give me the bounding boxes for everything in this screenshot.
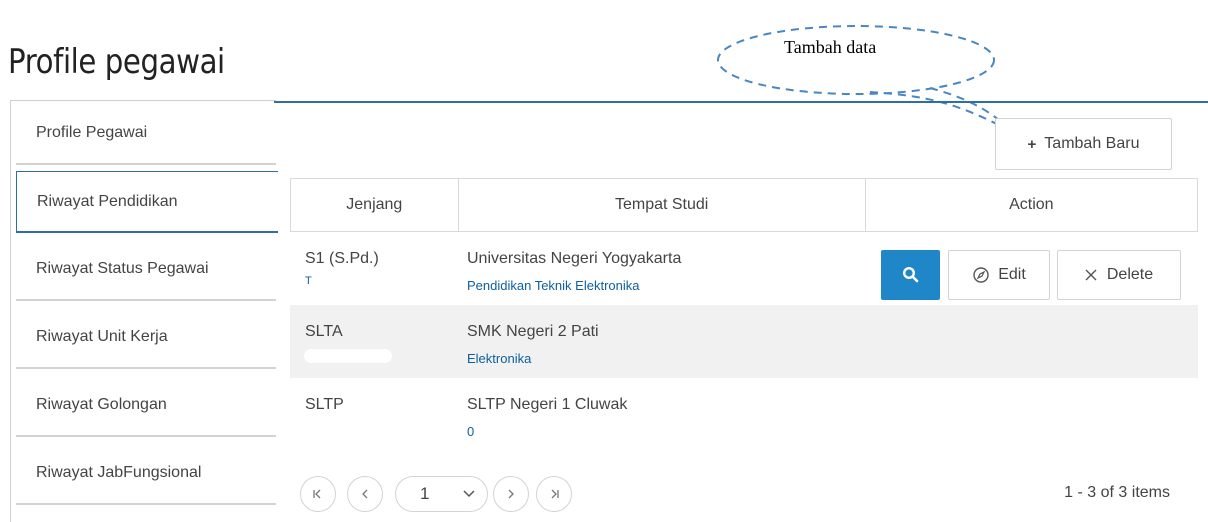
cell-jenjang: SLTP	[305, 396, 344, 413]
sidebar-item-label: Riwayat Golongan	[36, 396, 167, 413]
next-page-button[interactable]	[493, 476, 529, 512]
grid-header: Jenjang Tempat Studi Action	[290, 178, 1198, 232]
panel-border	[10, 100, 11, 522]
pager-info: 1 - 3 of 3 items	[1064, 484, 1170, 501]
close-icon	[1085, 269, 1097, 281]
compass-edit-icon	[973, 267, 989, 283]
add-new-label: Tambah Baru	[1044, 135, 1140, 152]
chevron-down-icon	[463, 490, 475, 498]
sidebar-item-label: Riwayat Pendidikan	[37, 192, 178, 210]
pager: 1 1 - 3 of 3 items	[290, 475, 1198, 517]
column-header-jenjang[interactable]: Jenjang	[291, 179, 458, 231]
callout-pointer	[869, 91, 1013, 133]
column-header-tempat-studi[interactable]: Tempat Studi	[457, 179, 865, 231]
sidebar-item-label: Riwayat Status Pegawai	[36, 260, 209, 277]
sidebar-item-riwayat-status-pegawai[interactable]: Riwayat Status Pegawai	[16, 239, 276, 301]
page-select[interactable]: 1	[395, 476, 488, 512]
sidebar-item-riwayat-jabfungsional[interactable]: Riwayat JabFungsional	[16, 443, 276, 505]
view-button[interactable]	[881, 250, 940, 300]
current-page: 1	[420, 484, 430, 503]
last-page-icon	[551, 489, 559, 499]
cell-prodi: Pendidikan Teknik Elektronika	[467, 278, 640, 293]
redacted-area	[304, 349, 392, 363]
sidebar-item-label: Profile Pegawai	[36, 124, 148, 141]
callout-label: Tambah data	[784, 37, 877, 57]
sidebar-item-label: Riwayat Unit Kerja	[36, 328, 168, 345]
last-page-button[interactable]	[536, 476, 572, 512]
plus-icon: +	[1027, 135, 1037, 153]
sidebar-item-riwayat-golongan[interactable]: Riwayat Golongan	[16, 375, 276, 437]
content-top-border	[274, 101, 1208, 103]
cell-prodi: 0	[467, 424, 475, 439]
delete-button[interactable]: Delete	[1057, 250, 1181, 300]
first-page-icon	[313, 489, 321, 499]
cell-tempat-studi: SMK Negeri 2 Pati	[467, 323, 599, 340]
sidebar-item-riwayat-unit-kerja[interactable]: Riwayat Unit Kerja	[16, 307, 276, 369]
add-new-button[interactable]: + Tambah Baru	[995, 118, 1172, 170]
delete-label: Delete	[1106, 266, 1154, 283]
cell-tempat-studi: SLTP Negeri 1 Cluwak	[467, 396, 628, 413]
cell-jenjang: S1 (S.Pd.)	[305, 250, 379, 267]
sidebar-item-label: Riwayat JabFungsional	[36, 464, 202, 481]
table-row[interactable]: SLTA SMK Negeri 2 Pati Elektronika	[290, 305, 1198, 378]
panel-border	[10, 100, 276, 101]
cell-jenjang-sub: T	[305, 275, 312, 287]
edit-button[interactable]: Edit	[948, 250, 1050, 300]
cell-prodi: Elektronika	[467, 351, 532, 366]
column-header-action: Action	[864, 179, 1197, 231]
page-title: Profile pegawai	[8, 42, 225, 82]
prev-page-icon	[362, 489, 368, 499]
edit-label: Edit	[998, 266, 1026, 283]
table-row[interactable]: SLTP SLTP Negeri 1 Cluwak 0	[290, 378, 1198, 451]
first-page-button[interactable]	[300, 476, 336, 512]
cell-jenjang: SLTA	[305, 323, 343, 340]
sidebar-item-profile-pegawai[interactable]: Profile Pegawai	[16, 103, 276, 165]
sidebar-item-riwayat-pendidikan[interactable]: Riwayat Pendidikan	[16, 171, 278, 233]
next-page-icon	[508, 489, 514, 499]
search-icon	[902, 266, 918, 283]
prev-page-button[interactable]	[347, 476, 383, 512]
cell-tempat-studi: Universitas Negeri Yogyakarta	[467, 250, 682, 267]
